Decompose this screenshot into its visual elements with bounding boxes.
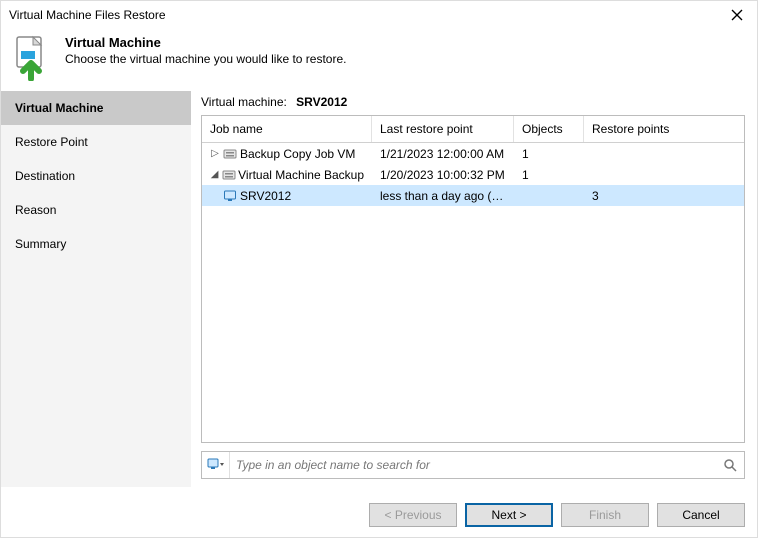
column-job-name[interactable]: Job name xyxy=(202,116,372,142)
search-type-dropdown[interactable] xyxy=(202,452,230,478)
row-last-restore-point: 1/20/2023 10:00:32 PM xyxy=(372,168,514,182)
vm-icon xyxy=(222,188,238,204)
wizard-steps-sidebar: Virtual Machine Restore Point Destinatio… xyxy=(1,91,191,487)
step-destination[interactable]: Destination xyxy=(1,159,191,193)
search-input[interactable] xyxy=(230,458,716,472)
table-row[interactable]: ▷ Backup Copy Job VM 1/21/2023 12:00:00 … xyxy=(202,143,744,164)
table-row[interactable]: SRV2012 less than a day ago (1... 3 xyxy=(202,185,744,206)
tree-toggle-expanded-icon[interactable]: ◢ xyxy=(210,169,219,180)
table-row[interactable]: ◢ Virtual Machine Backup 1/20/2023 10:00… xyxy=(202,164,744,185)
row-name: Virtual Machine Backup xyxy=(238,168,364,182)
row-objects: 1 xyxy=(514,168,584,182)
backup-job-icon xyxy=(221,167,236,183)
step-summary[interactable]: Summary xyxy=(1,227,191,261)
wizard-subtitle: Choose the virtual machine you would lik… xyxy=(65,52,346,66)
column-last-restore-point[interactable]: Last restore point xyxy=(372,116,514,142)
close-icon xyxy=(731,9,743,21)
row-name: SRV2012 xyxy=(240,189,291,203)
row-last-restore-point: less than a day ago (1... xyxy=(372,189,514,203)
wizard-heading: Virtual Machine xyxy=(65,35,346,50)
backup-job-icon xyxy=(222,146,238,162)
column-objects[interactable]: Objects xyxy=(514,116,584,142)
close-button[interactable] xyxy=(725,3,749,27)
wizard-header: Virtual Machine Choose the virtual machi… xyxy=(1,29,757,91)
table-header: Job name Last restore point Objects Rest… xyxy=(202,116,744,143)
step-reason[interactable]: Reason xyxy=(1,193,191,227)
row-objects: 1 xyxy=(514,147,584,161)
vm-value: SRV2012 xyxy=(296,95,347,109)
search-icon xyxy=(723,458,737,472)
step-restore-point[interactable]: Restore Point xyxy=(1,125,191,159)
cancel-button[interactable]: Cancel xyxy=(657,503,745,527)
row-name: Backup Copy Job VM xyxy=(240,147,355,161)
vm-table: Job name Last restore point Objects Rest… xyxy=(201,115,745,443)
step-virtual-machine[interactable]: Virtual Machine xyxy=(1,91,191,125)
search-button[interactable] xyxy=(716,452,744,478)
next-button[interactable]: Next > xyxy=(465,503,553,527)
search-bar xyxy=(201,451,745,479)
previous-button: < Previous xyxy=(369,503,457,527)
row-last-restore-point: 1/21/2023 12:00:00 AM xyxy=(372,147,514,161)
tree-toggle-collapsed-icon[interactable]: ▷ xyxy=(210,148,220,159)
finish-button: Finish xyxy=(561,503,649,527)
wizard-header-icon xyxy=(9,33,57,81)
vm-filter-icon xyxy=(207,458,225,472)
window-title: Virtual Machine Files Restore xyxy=(9,8,725,22)
column-restore-points[interactable]: Restore points xyxy=(584,116,744,142)
vm-label: Virtual machine: xyxy=(201,95,287,109)
wizard-footer: < Previous Next > Finish Cancel xyxy=(1,493,757,537)
row-restore-points: 3 xyxy=(584,189,744,203)
